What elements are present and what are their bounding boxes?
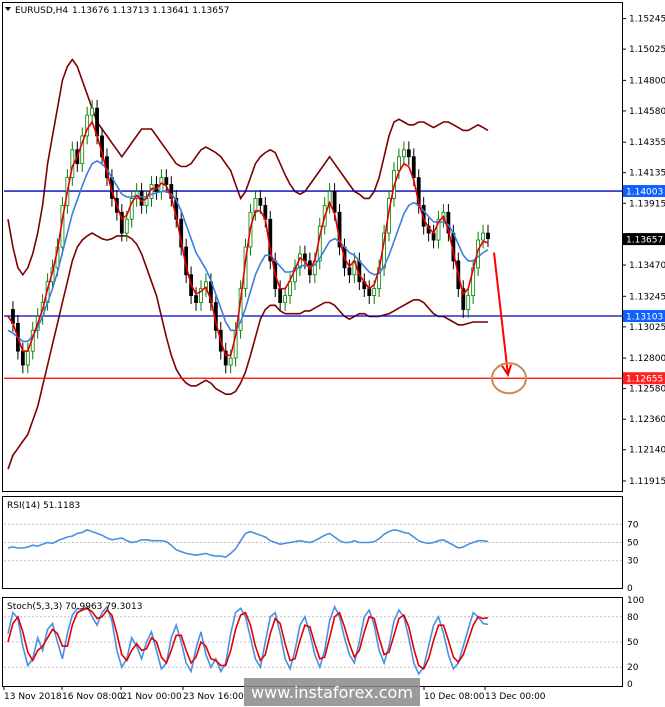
candle-body [411,156,416,178]
candle-body [283,295,288,303]
trading-chart[interactable]: 1.15245 1.15025 1.14800 1.14580 1.14355 1.141… [0,0,665,707]
price-tick-label: 1.12360 [629,415,665,425]
ohlc-values: 1.13676 1.13713 1.13641 1.13657 [72,6,229,16]
price-tick-label: 1.13245 [629,292,665,302]
time-tick-label: 13 Nov 2018 [4,692,62,702]
price-tick-label: 1.13915 [629,199,665,209]
price-tick-label: 1.14800 [629,76,665,86]
price-tick-label: 1.13025 [629,323,665,333]
fast-ma-line [7,120,489,357]
resistance-price-marker-label: 1.14003 [626,188,663,198]
support-price-marker-label: 1.13103 [626,313,663,323]
rsi-indicator: 70 50 30 0 [4,520,639,594]
bollinger-bands [7,58,489,470]
candle-body [90,107,95,116]
candle-body [278,288,283,303]
watermark-text: www.instaforex.com [251,683,413,702]
dropdown-triangle-icon[interactable] [5,7,11,11]
candle-body [486,232,490,240]
price-tick-label: 1.12140 [629,446,665,456]
price-tick-label: 1.15245 [629,15,665,25]
target-price-marker-label: 1.12655 [626,375,663,385]
rsi-tick-label: 30 [627,557,639,567]
candle-body [481,232,485,241]
rsi-line [7,528,489,558]
stoch-tick-label: 0 [627,680,633,690]
candle-body [466,295,471,310]
candle-body [406,149,411,158]
candle-body [401,149,406,158]
price-tick-label: 1.14580 [629,107,665,117]
time-tick-label: 10 Dec 08:00 [424,692,485,702]
price-tick-label: 1.14355 [629,138,665,148]
stoch-tick-label: 50 [627,638,639,648]
candle-body [228,357,233,366]
candle-body [139,191,144,206]
candle-body [397,156,401,172]
stoch-tick-label: 100 [627,596,644,606]
horizontal-levels [4,190,622,379]
stoch-title: Stoch(5,3,3) 70.9963 79.3013 [7,602,142,612]
time-tick-label: 16 Nov 08:00 [62,692,123,702]
stoch-signal-line [7,607,489,671]
stoch-tick-label: 80 [627,613,639,623]
time-tick-label: 13 Dec 00:00 [485,692,546,702]
candle-body [332,191,337,213]
candle-body [258,197,263,206]
candle-body [164,177,169,185]
time-tick-label: 21 Nov 00:00 [121,692,182,702]
current-price-marker-label: 1.13657 [626,236,663,246]
stoch-tick-label: 20 [627,663,639,673]
candle-body [25,350,30,366]
rsi-tick-label: 50 [627,539,639,549]
candle-body [288,281,292,297]
forecast-arrow-shaft [493,252,509,375]
price-tick-label: 1.12580 [629,385,665,395]
price-tick-label: 1.15025 [629,45,665,55]
moving-averages [7,120,489,357]
price-axis: 1.15245 1.15025 1.14800 1.14580 1.14355 1.141… [622,15,665,487]
candle-body [124,218,129,234]
lower-band-line [7,232,488,470]
price-tick-label: 1.14135 [629,169,665,179]
price-tick-label: 1.13470 [629,261,665,271]
forecast-arrow [491,252,527,395]
price-panel-frame [2,2,623,492]
rsi-title: RSI(14) 51.1183 [7,501,80,511]
time-tick-label: 23 Nov 16:00 [183,692,244,702]
candle-body [372,288,377,296]
candle-body [194,295,198,303]
symbol-label: EURUSD,H4 [15,6,68,16]
candle-body [20,350,25,366]
rsi-tick-label: 0 [627,584,633,594]
price-tick-label: 1.12800 [629,354,665,364]
candle-body [347,267,352,276]
rsi-tick-label: 70 [627,520,639,530]
price-tick-label: 1.11915 [629,477,665,487]
